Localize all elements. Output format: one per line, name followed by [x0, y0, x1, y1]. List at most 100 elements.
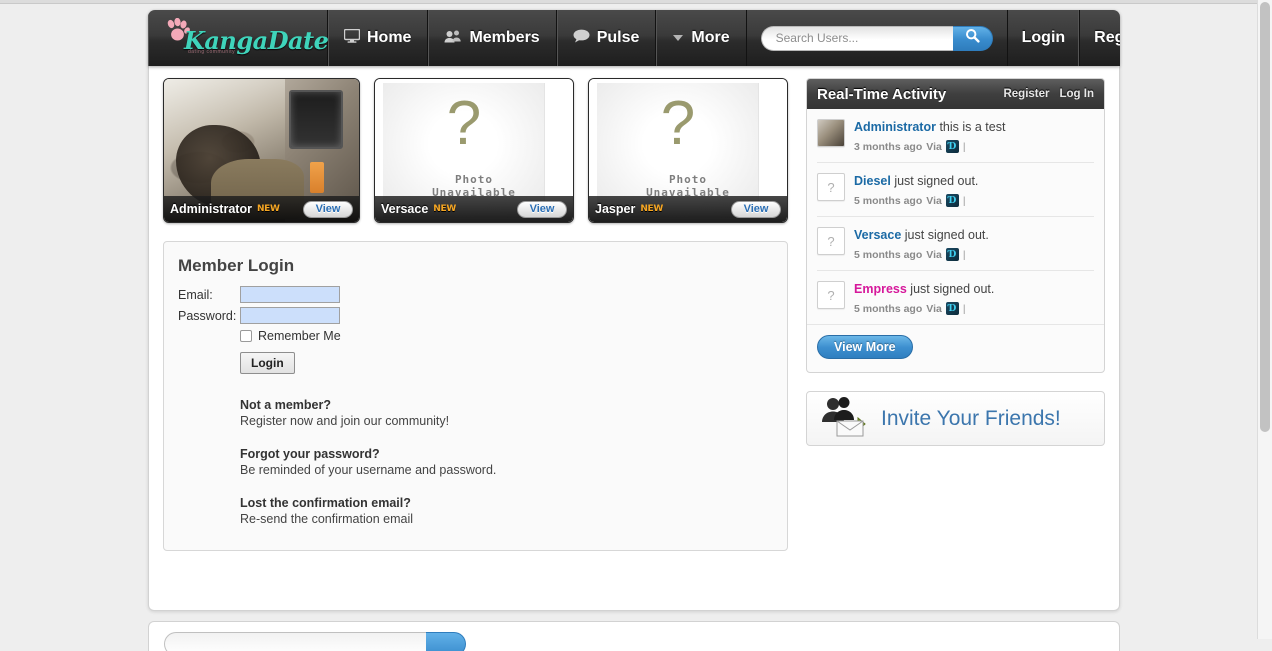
- remember-me-label: Remember Me: [258, 329, 341, 343]
- help-item[interactable]: Forgot your password? Be reminded of you…: [240, 447, 771, 477]
- photo-unavailable-line1: Photo: [454, 173, 494, 186]
- header-search: [747, 10, 1007, 66]
- nav-item-members[interactable]: Members: [428, 10, 557, 66]
- avatar[interactable]: ?: [817, 281, 845, 309]
- main-content: Administrator NEW View ? Photo Unavailab…: [148, 66, 1120, 611]
- help-answer: Be reminded of your username and passwor…: [240, 463, 497, 477]
- activity-via-label: Via: [926, 140, 942, 153]
- activity-login-link[interactable]: Log In: [1060, 88, 1095, 100]
- header-auth: Login Register: [1006, 10, 1120, 66]
- email-label: Email:: [178, 287, 213, 302]
- nav-label-more: More: [691, 29, 730, 46]
- help-question: Not a member?: [240, 398, 331, 412]
- scrollbar-thumb[interactable]: [1260, 2, 1270, 432]
- divider: |: [962, 302, 966, 315]
- app-icon: Ɗ: [945, 194, 959, 207]
- email-field[interactable]: [240, 286, 340, 303]
- invite-friends-panel[interactable]: Invite Your Friends!: [806, 391, 1105, 446]
- window-top-edge: [0, 0, 1272, 4]
- login-panel-title: Member Login: [178, 256, 295, 275]
- header-register-link[interactable]: Register: [1079, 10, 1120, 66]
- question-mark-icon: ?: [446, 89, 482, 158]
- activity-register-link[interactable]: Register: [1003, 88, 1049, 100]
- activity-action: just signed out.: [894, 174, 979, 188]
- nav-item-pulse[interactable]: Pulse: [557, 10, 657, 66]
- login-help-links: Not a member? Register now and join our …: [178, 398, 771, 526]
- people-envelope-icon: [819, 395, 871, 442]
- nav-item-more[interactable]: More: [656, 10, 747, 66]
- activity-list: Administrator this is a test 3 months ag…: [807, 109, 1104, 324]
- login-button[interactable]: Login: [240, 352, 295, 374]
- member-name: Versace: [381, 202, 429, 216]
- avatar[interactable]: ?: [817, 173, 845, 201]
- help-question: Forgot your password?: [240, 447, 380, 461]
- bottom-search: [164, 632, 466, 651]
- search-button[interactable]: [952, 25, 993, 51]
- bottom-search-input[interactable]: [164, 632, 426, 651]
- divider: |: [962, 194, 966, 207]
- activity-username[interactable]: Administrator: [854, 120, 936, 134]
- member-name: Jasper: [595, 202, 636, 216]
- new-badge: NEW: [256, 204, 280, 214]
- activity-widget-header: Real-Time Activity Register Log In: [807, 79, 1104, 109]
- activity-via-label: Via: [926, 248, 942, 261]
- activity-username[interactable]: Empress: [854, 282, 907, 296]
- right-column: Real-Time Activity Register Log In Admin…: [806, 78, 1105, 596]
- bottom-search-button[interactable]: [426, 632, 466, 651]
- email-row: Email:: [178, 286, 771, 303]
- nav-label-members: Members: [469, 29, 540, 46]
- site-logo[interactable]: KangaDate dating community: [148, 10, 329, 66]
- left-column: Administrator NEW View ? Photo Unavailab…: [163, 78, 788, 596]
- view-profile-button[interactable]: View: [303, 200, 353, 218]
- activity-via-label: Via: [926, 194, 942, 207]
- view-more-button[interactable]: View More: [817, 335, 913, 359]
- divider: |: [962, 248, 966, 261]
- speech-bubble-icon: [573, 29, 590, 48]
- help-item[interactable]: Not a member? Register now and join our …: [240, 398, 771, 428]
- bottom-partial-panel: [148, 621, 1120, 651]
- new-badge: NEW: [433, 204, 456, 214]
- member-card[interactable]: ? Photo Unavailable Versace NEW View: [374, 78, 574, 223]
- activity-username[interactable]: Versace: [854, 228, 901, 242]
- password-field[interactable]: [240, 307, 340, 324]
- member-card-bar: Administrator NEW View: [164, 196, 359, 222]
- activity-action: just signed out.: [910, 282, 995, 296]
- avatar[interactable]: [817, 119, 845, 147]
- site-header: KangaDate dating community Home Members …: [148, 10, 1120, 66]
- people-icon: [444, 29, 462, 48]
- page-scrollbar[interactable]: [1257, 0, 1272, 639]
- new-badge: NEW: [640, 204, 664, 214]
- search-input[interactable]: [760, 25, 953, 51]
- member-name: Administrator: [170, 202, 252, 216]
- view-profile-button[interactable]: View: [517, 200, 567, 218]
- member-card[interactable]: ? Photo Unavailable Jasper NEW View: [588, 78, 788, 223]
- avatar[interactable]: ?: [817, 227, 845, 255]
- activity-username[interactable]: Diesel: [854, 174, 891, 188]
- member-card-bar: Jasper NEW View: [589, 196, 787, 222]
- app-icon: Ɗ: [945, 302, 959, 315]
- activity-meta: 3 months ago Via Ɗ |: [854, 140, 1005, 153]
- member-card-bar: Versace NEW View: [375, 196, 573, 222]
- activity-time: 5 months ago: [854, 248, 923, 261]
- member-card[interactable]: Administrator NEW View: [163, 78, 360, 223]
- nav-item-home[interactable]: Home: [328, 10, 429, 66]
- question-mark-icon: ?: [660, 89, 696, 158]
- help-answer: Register now and join our community!: [240, 414, 450, 428]
- remember-me-checkbox[interactable]: [240, 330, 252, 342]
- page-shell: KangaDate dating community Home Members …: [148, 10, 1120, 611]
- chevron-down-icon: [672, 29, 684, 47]
- help-question: Lost the confirmation email?: [240, 496, 411, 510]
- nav-label-home: Home: [367, 29, 412, 46]
- site-logo-tagline: dating community: [188, 49, 236, 55]
- activity-time: 3 months ago: [854, 140, 923, 153]
- activity-action: just signed out.: [904, 228, 989, 242]
- app-icon: Ɗ: [945, 140, 959, 153]
- photo-unavailable-line1: Photo: [668, 173, 708, 186]
- help-item[interactable]: Lost the confirmation email? Re-send the…: [240, 496, 771, 526]
- help-answer: Re-send the confirmation email: [240, 512, 413, 526]
- header-login-link[interactable]: Login: [1006, 10, 1080, 66]
- activity-item: ? Diesel just signed out. 5 months ago V…: [817, 163, 1094, 217]
- member-login-panel: Member Login Email: Password: Remember M…: [163, 241, 788, 551]
- password-label: Password:: [178, 308, 237, 323]
- view-profile-button[interactable]: View: [731, 200, 781, 218]
